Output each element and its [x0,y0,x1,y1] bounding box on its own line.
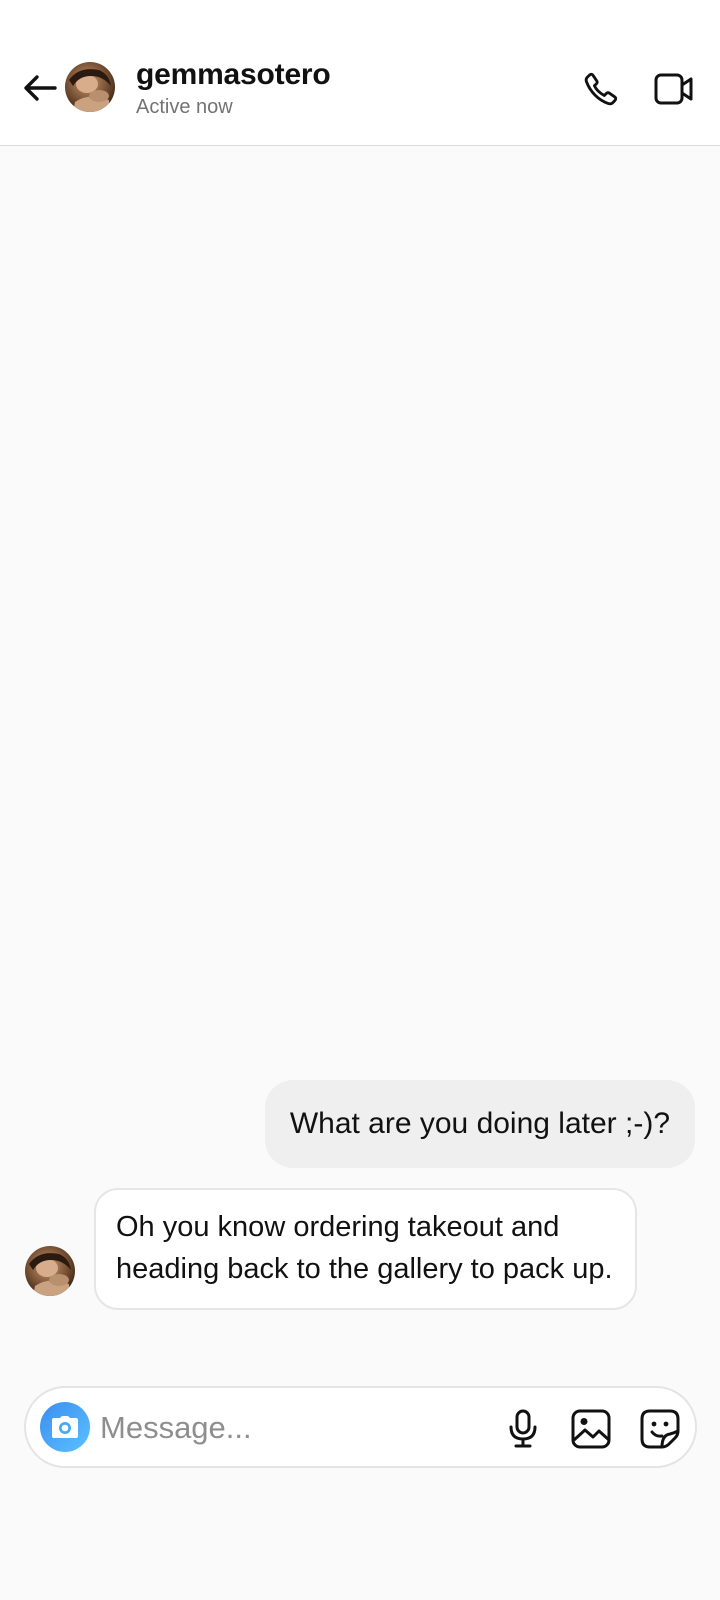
microphone-icon [509,1409,537,1448]
message-composer [24,1386,697,1468]
chat-username[interactable]: gemmasotero [136,58,331,92]
chat-header: gemmasotero Active now [0,0,720,146]
voice-call-button[interactable] [580,68,622,110]
camera-icon [52,1416,78,1438]
avatar-photo [25,1246,75,1296]
sent-message[interactable]: What are you doing later ;-)? [264,1080,695,1168]
video-camera-icon [654,73,693,105]
camera-button[interactable] [40,1402,90,1452]
voice-message-button[interactable] [502,1406,544,1452]
image-icon [571,1409,611,1449]
sticker-button[interactable] [638,1406,682,1452]
active-status: Active now [136,96,233,118]
received-message[interactable]: Oh you know ordering takeout and heading… [94,1188,637,1310]
back-button[interactable] [20,68,60,108]
phone-icon [584,72,618,106]
avatar[interactable] [65,62,115,112]
message-input[interactable] [100,1402,480,1454]
video-call-button[interactable] [652,68,696,110]
arrow-left-icon [24,75,57,101]
chat-screen: gemmasotero Active now What are you doin… [0,0,720,1600]
sticker-icon [640,1409,680,1449]
sender-avatar[interactable] [25,1246,75,1296]
avatar-photo [65,62,115,112]
gallery-button[interactable] [569,1406,613,1452]
